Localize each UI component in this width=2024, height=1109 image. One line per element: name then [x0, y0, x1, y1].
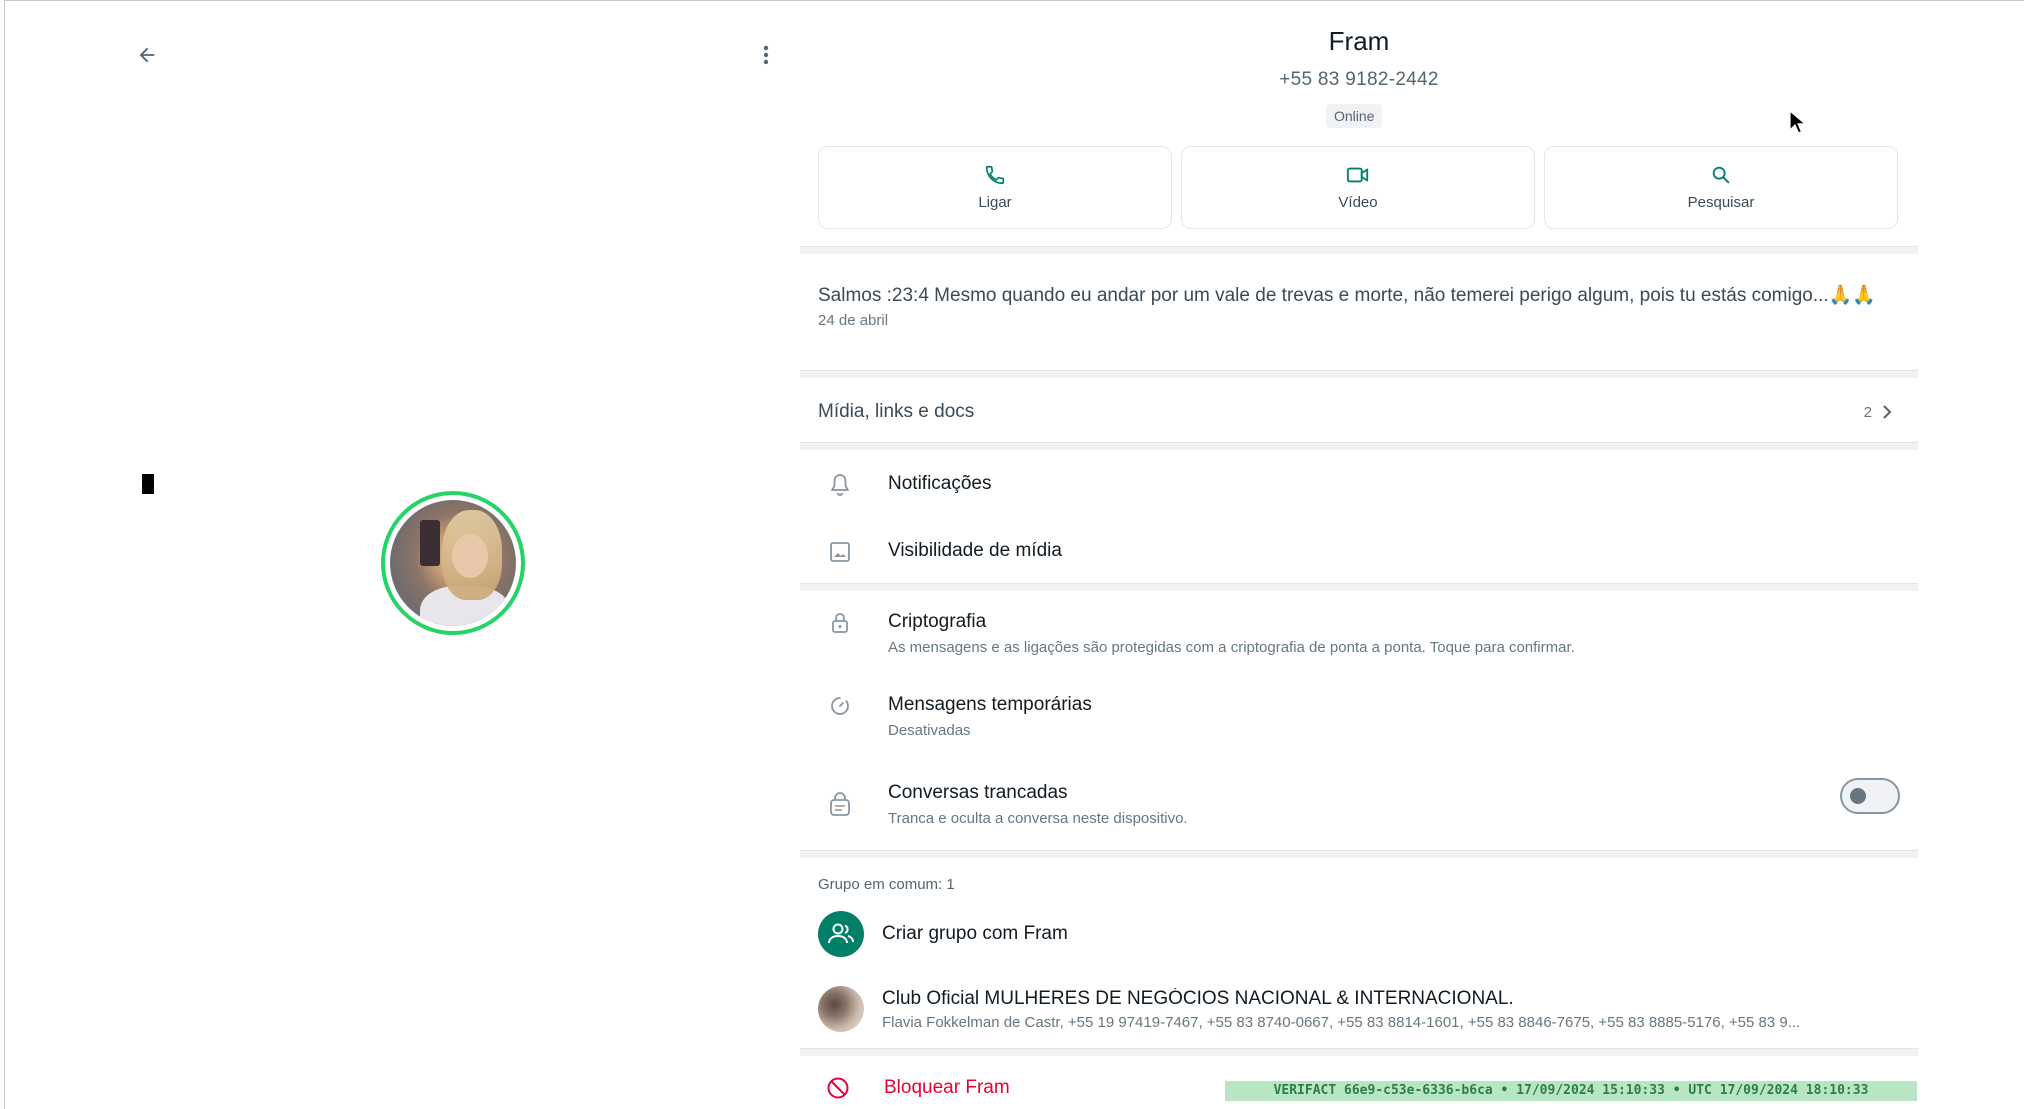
more-options-button[interactable]	[752, 40, 780, 70]
chat-lock-icon	[830, 792, 850, 816]
section-divider	[800, 442, 1918, 450]
add-group-icon	[828, 923, 854, 944]
search-icon	[1712, 166, 1730, 184]
avatar-photo	[390, 500, 516, 626]
section-divider	[800, 850, 1918, 858]
contact-phone: +55 83 9182-2442	[1279, 69, 1439, 90]
about-text: Salmos :23:4 Mesmo quando eu andar por u…	[818, 285, 1877, 306]
more-vertical-icon	[763, 45, 769, 65]
video-label: Vídeo	[1338, 194, 1378, 211]
locked-chats-title: Conversas trancadas	[888, 782, 1068, 803]
create-group-row[interactable]: Criar grupo com Fram	[818, 911, 1908, 957]
temporary-messages-title: Mensagens temporárias	[888, 694, 1092, 715]
call-button[interactable]: Ligar	[818, 146, 1172, 229]
group-members: Flavia Fokkelman de Castr, +55 19 97419-…	[882, 1013, 1801, 1031]
group-avatar	[818, 986, 864, 1032]
encryption-row[interactable]: Criptografia As mensagens e as ligações …	[800, 609, 1918, 656]
common-groups-header: Grupo em comum: 1	[818, 876, 955, 893]
block-label: Bloquear Fram	[884, 1077, 1010, 1098]
status-badge: Online	[1326, 104, 1383, 128]
mouse-pointer-icon	[1789, 110, 1807, 134]
notifications-row[interactable]: Notificações	[800, 471, 1918, 499]
media-label: Mídia, links e docs	[818, 401, 975, 422]
encryption-subtitle: As mensagens e as ligações são protegida…	[888, 639, 1575, 656]
bell-icon	[831, 474, 849, 496]
encryption-title: Criptografia	[888, 611, 987, 632]
locked-chats-subtitle: Tranca e oculta a conversa neste disposi…	[888, 810, 1188, 827]
timer-icon	[831, 697, 849, 715]
group-title: Club Oficial MULHERES DE NEGÓCIOS NACION…	[882, 987, 1514, 1009]
locked-chats-toggle[interactable]	[1840, 778, 1900, 814]
lock-icon	[832, 613, 848, 633]
section-divider	[800, 370, 1918, 378]
media-count: 2	[1863, 403, 1872, 421]
verifact-watermark: VERIFACT 66e9-c53e-6336-b6ca • 17/09/202…	[1225, 1081, 1917, 1101]
temporary-messages-status: Desativadas	[888, 722, 971, 739]
call-label: Ligar	[978, 194, 1012, 211]
section-divider	[800, 1048, 1918, 1056]
search-label: Pesquisar	[1687, 194, 1755, 211]
action-buttons: Ligar Vídeo Pesquisar	[818, 146, 1898, 229]
search-button[interactable]: Pesquisar	[1544, 146, 1898, 229]
create-group-label: Criar grupo com Fram	[882, 923, 1068, 944]
section-divider	[800, 583, 1918, 591]
notifications-label: Notificações	[888, 473, 992, 494]
video-button[interactable]: Vídeo	[1181, 146, 1535, 229]
profile-avatar[interactable]	[381, 491, 525, 635]
phone-icon	[985, 165, 1005, 185]
media-links-docs-row[interactable]: Mídia, links e docs 2	[800, 384, 1918, 440]
image-icon	[830, 542, 850, 562]
media-visibility-row[interactable]: Visibilidade de mídia	[800, 538, 1918, 566]
video-icon	[1346, 167, 1369, 183]
arrow-left-icon	[139, 47, 155, 63]
section-divider	[800, 246, 1918, 254]
back-button[interactable]	[132, 40, 162, 70]
common-group-row[interactable]: Club Oficial MULHERES DE NEGÓCIOS NACION…	[818, 986, 1908, 1032]
locked-chats-row[interactable]: Conversas trancadas Tranca e oculta a co…	[800, 780, 1918, 827]
temporary-messages-row[interactable]: Mensagens temporárias Desativadas	[800, 692, 1918, 739]
block-icon	[827, 1077, 849, 1099]
block-contact-row[interactable]: Bloquear Fram	[826, 1076, 1010, 1100]
about-date: 24 de abril	[818, 312, 889, 329]
text-caret	[142, 474, 154, 494]
contact-name: Fram	[1328, 26, 1390, 56]
about-section: Salmos :23:4 Mesmo quando eu andar por u…	[818, 284, 1898, 329]
toggle-knob	[1850, 788, 1866, 804]
media-visibility-label: Visibilidade de mídia	[888, 540, 1062, 561]
chevron-right-icon	[1883, 405, 1892, 419]
